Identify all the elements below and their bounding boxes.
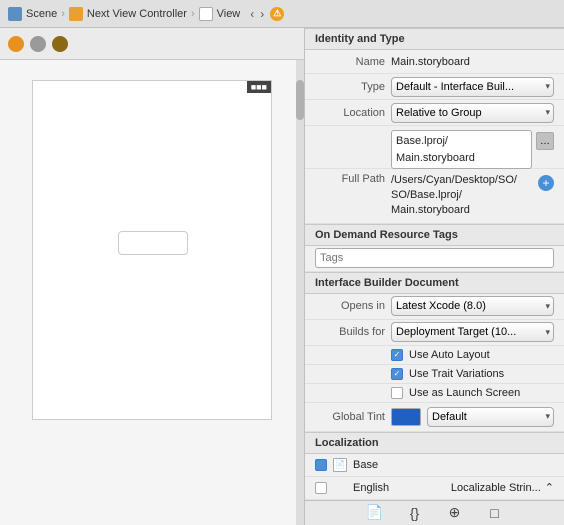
small-widget xyxy=(118,231,188,255)
base-loc-row: 📄 Base xyxy=(305,454,564,477)
top-nav-bar: Scene › Next View Controller › View ‹ › … xyxy=(0,0,564,28)
breadcrumb-sep-1: › xyxy=(61,8,65,20)
localization-section-header: Localization xyxy=(305,432,564,454)
nav-forward-button[interactable]: › xyxy=(258,7,266,21)
fullpath-text-area: /Users/Cyan/Desktop/SO/ SO/Base.lproj/ M… xyxy=(391,173,554,219)
launch-screen-checkbox[interactable] xyxy=(391,387,403,399)
location-path-text: Base.lproj/ Main.storyboard xyxy=(391,130,532,169)
english-label: English xyxy=(353,482,389,494)
type-select[interactable]: Default - Interface Buil... xyxy=(391,77,554,97)
opens-in-select-wrapper: Latest Xcode (8.0) ▾ xyxy=(391,296,554,316)
location-path-row: Base.lproj/ Main.storyboard … xyxy=(305,126,564,168)
location-browse-button[interactable]: … xyxy=(536,132,554,150)
left-panel: ■■■ ↖ xyxy=(0,28,305,525)
breadcrumb-vc[interactable]: Next View Controller xyxy=(69,7,187,21)
vc-icon xyxy=(69,7,83,21)
bottom-btn-code[interactable]: {} xyxy=(403,501,427,525)
type-row: Type Default - Interface Buil... ▾ xyxy=(305,74,564,100)
tags-input[interactable] xyxy=(315,248,554,268)
canvas-btn-1[interactable] xyxy=(8,36,24,52)
canvas-area[interactable]: ■■■ ↖ xyxy=(0,60,304,525)
bottom-toolbar: 📄 {} ⊕ □ xyxy=(305,500,564,525)
view-label: View xyxy=(217,8,241,20)
trait-variations-row: Use Trait Variations xyxy=(305,365,564,384)
scene-label: Scene xyxy=(26,8,57,20)
fullpath-add-button[interactable]: + xyxy=(538,175,554,191)
tint-label: Global Tint xyxy=(315,411,385,423)
tint-select-wrapper: Default ▾ xyxy=(427,407,554,427)
trait-variations-label: Use Trait Variations xyxy=(409,368,504,380)
english-checkbox[interactable] xyxy=(315,482,327,494)
opens-in-select[interactable]: Latest Xcode (8.0) xyxy=(391,296,554,316)
english-file-icon xyxy=(333,481,347,495)
scene-icon xyxy=(8,7,22,21)
canvas-btn-2[interactable] xyxy=(30,36,46,52)
base-checkbox[interactable] xyxy=(315,459,327,471)
right-panel: Identity and Type Name Main.storyboard T… xyxy=(305,28,564,525)
location-select-wrapper: Relative to Group ▾ xyxy=(391,103,554,123)
base-label: Base xyxy=(353,459,378,471)
tint-swatch[interactable] xyxy=(391,408,421,426)
canvas-toolbar xyxy=(0,28,304,60)
frame-top-bar: ■■■ xyxy=(247,81,271,93)
tags-row xyxy=(305,246,564,272)
opens-in-row: Opens in Latest Xcode (8.0) ▾ xyxy=(305,294,564,320)
main-content: ■■■ ↖ Identity and Type Name Main.storyb… xyxy=(0,28,564,525)
auto-layout-row: Use Auto Layout xyxy=(305,346,564,365)
auto-layout-label: Use Auto Layout xyxy=(409,349,490,361)
fullpath-label: Full Path xyxy=(315,173,385,185)
breadcrumb-sep-2: › xyxy=(191,8,195,20)
trait-variations-checkbox[interactable] xyxy=(391,368,403,380)
builds-for-select[interactable]: Deployment Target (10... xyxy=(391,322,554,342)
fullpath-text: /Users/Cyan/Desktop/SO/ SO/Base.lproj/ M… xyxy=(391,173,534,219)
bottom-btn-add[interactable]: ⊕ xyxy=(443,501,467,525)
tint-row: Global Tint Default ▾ xyxy=(305,403,564,432)
breadcrumb-view[interactable]: View xyxy=(199,7,241,21)
breadcrumb-scene[interactable]: Scene xyxy=(8,7,57,21)
view-icon xyxy=(199,7,213,21)
location-label: Location xyxy=(315,107,385,119)
builds-for-label: Builds for xyxy=(315,326,385,338)
fullpath-row: Full Path /Users/Cyan/Desktop/SO/ SO/Bas… xyxy=(305,169,564,224)
builds-for-select-wrapper: Deployment Target (10... ▾ xyxy=(391,322,554,342)
view-frame: ■■■ ↖ xyxy=(32,80,272,420)
canvas-btn-3[interactable] xyxy=(52,36,68,52)
name-label: Name xyxy=(315,56,385,68)
location-select[interactable]: Relative to Group xyxy=(391,103,554,123)
vc-label: Next View Controller xyxy=(87,8,187,20)
name-row: Name Main.storyboard xyxy=(305,50,564,74)
location-row: Location Relative to Group ▾ xyxy=(305,100,564,126)
english-loc-row: English Localizable Strin... ⌃ xyxy=(305,477,564,500)
english-right: Localizable Strin... ⌃ xyxy=(451,481,554,494)
type-select-wrapper: Default - Interface Buil... ▾ xyxy=(391,77,554,97)
nav-arrows: ‹ › xyxy=(248,7,266,21)
builds-for-row: Builds for Deployment Target (10... ▾ xyxy=(305,320,564,346)
nav-back-button[interactable]: ‹ xyxy=(248,7,256,21)
auto-layout-checkbox[interactable] xyxy=(391,349,403,361)
base-file-icon: 📄 xyxy=(333,458,347,472)
warning-icon[interactable]: ⚠ xyxy=(270,7,284,21)
scrollbar-right[interactable] xyxy=(296,60,304,525)
location-path-label xyxy=(315,130,385,132)
name-value: Main.storyboard xyxy=(391,56,554,68)
ondemand-section-header: On Demand Resource Tags xyxy=(305,224,564,246)
identity-section-header: Identity and Type xyxy=(305,28,564,50)
opens-in-label: Opens in xyxy=(315,300,385,312)
ib-section-header: Interface Builder Document xyxy=(305,272,564,294)
type-label: Type xyxy=(315,81,385,93)
bottom-btn-file[interactable]: 📄 xyxy=(363,501,387,525)
launch-screen-label: Use as Launch Screen xyxy=(409,387,520,399)
tint-select[interactable]: Default xyxy=(427,407,554,427)
launch-screen-row: Use as Launch Screen xyxy=(305,384,564,403)
english-chevron: ⌃ xyxy=(545,481,554,494)
scrollbar-thumb xyxy=(296,80,304,120)
bottom-btn-view[interactable]: □ xyxy=(483,501,507,525)
